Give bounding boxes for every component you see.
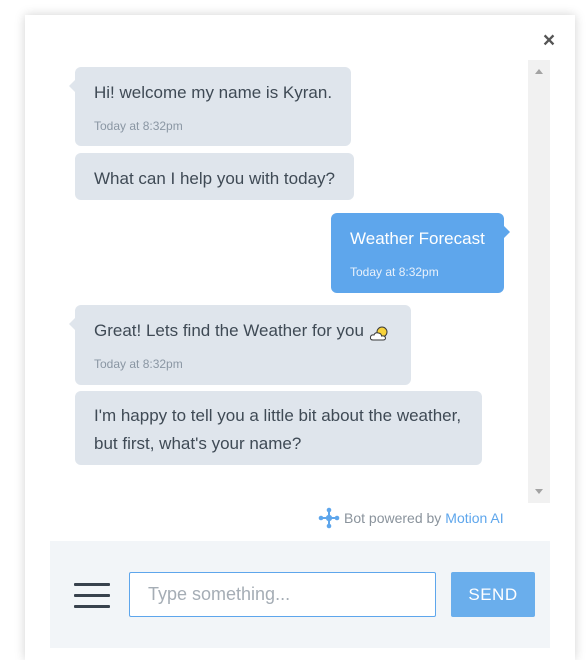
close-icon: × (542, 29, 556, 52)
message-timestamp: Today at 8:32pm (94, 119, 183, 133)
composer-bar: SEND (50, 541, 550, 648)
cloud-sun-icon (369, 323, 391, 341)
message-text: Hi! welcome my name is Kyran. (94, 83, 333, 102)
scrollbar[interactable] (528, 60, 550, 503)
user-message: Weather Forecast Today at 8:32pm (331, 213, 510, 293)
message-text: Great! Lets find the Weather for you (94, 321, 364, 340)
motion-ai-link[interactable]: Motion AI (445, 507, 503, 529)
message-text: What can I help you with today? (94, 169, 335, 188)
scroll-down-arrow-icon[interactable] (535, 489, 543, 494)
bot-message: Hi! welcome my name is Kyran. Today at 8… (69, 67, 351, 146)
message-input[interactable] (129, 572, 436, 617)
close-button[interactable]: × (538, 30, 560, 52)
powered-by-text: Bot powered by (344, 510, 442, 526)
send-button[interactable]: SEND (451, 572, 535, 617)
scroll-up-arrow-icon[interactable] (535, 69, 543, 74)
bot-message: I'm happy to tell you a little bit about… (75, 391, 482, 465)
message-text: Weather Forecast (350, 229, 485, 248)
bot-message: Great! Lets find the Weather for you Tod… (69, 305, 411, 385)
hamburger-menu-icon[interactable] (74, 583, 110, 609)
message-text: I'm happy to tell you a little bit about… (94, 406, 462, 453)
bot-message: What can I help you with today? (75, 153, 354, 200)
powered-by: Bot powered by Motion AI (318, 507, 504, 529)
message-timestamp: Today at 8:32pm (94, 357, 183, 371)
motion-ai-logo-icon (318, 507, 340, 529)
message-timestamp: Today at 8:32pm (350, 265, 439, 279)
